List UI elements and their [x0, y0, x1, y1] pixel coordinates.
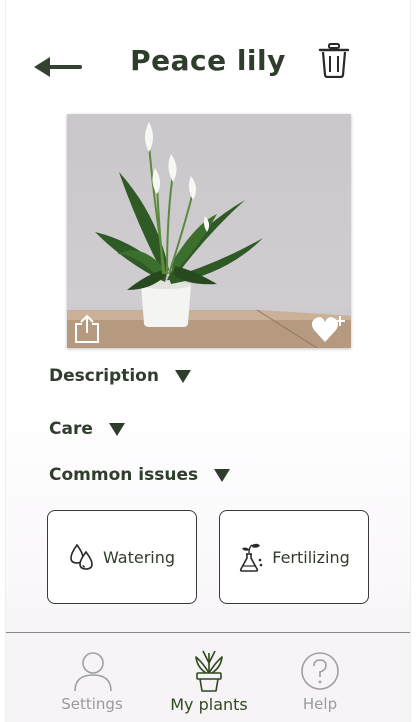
- plant-detail-screen: Peace lily Description Care Common issue…: [5, 0, 411, 722]
- fertilizing-label: Fertilizing: [272, 547, 350, 567]
- fertilizing-button[interactable]: Fertilizing: [219, 510, 369, 604]
- description-toggle[interactable]: Description: [49, 366, 191, 386]
- water-drops-icon: [70, 543, 93, 570]
- heart-plus-icon: [311, 316, 345, 342]
- section-label: Care: [49, 419, 93, 439]
- common-issues-toggle[interactable]: Common issues: [49, 465, 231, 485]
- delete-button[interactable]: [318, 42, 350, 79]
- tab-label: Settings: [61, 695, 123, 713]
- watering-button[interactable]: Watering: [47, 510, 197, 604]
- section-label: Description: [49, 366, 159, 386]
- fertilizer-icon: [240, 543, 263, 572]
- care-toggle[interactable]: Care: [49, 419, 125, 439]
- help-circle-icon: [301, 652, 339, 690]
- watering-label: Watering: [102, 547, 176, 567]
- caret-down-icon: [108, 422, 125, 436]
- bottom-tab-bar: Settings My plants Help: [6, 632, 410, 722]
- tab-label: Help: [302, 695, 338, 713]
- trash-icon: [318, 43, 350, 79]
- favorite-button[interactable]: [311, 314, 345, 344]
- peace-lily-photo: [67, 122, 351, 348]
- section-label: Common issues: [49, 465, 199, 485]
- potted-plant-icon: [195, 650, 223, 692]
- tab-settings[interactable]: Settings: [37, 633, 147, 722]
- tab-help[interactable]: Help: [265, 633, 375, 722]
- share-icon: [75, 314, 99, 343]
- user-icon: [74, 652, 112, 692]
- caret-down-icon: [214, 468, 231, 482]
- caret-down-icon: [174, 369, 191, 383]
- plant-photo: [67, 114, 351, 348]
- tab-my-plants[interactable]: My plants: [154, 633, 264, 722]
- share-button[interactable]: [73, 314, 101, 344]
- tab-label: My plants: [170, 695, 248, 714]
